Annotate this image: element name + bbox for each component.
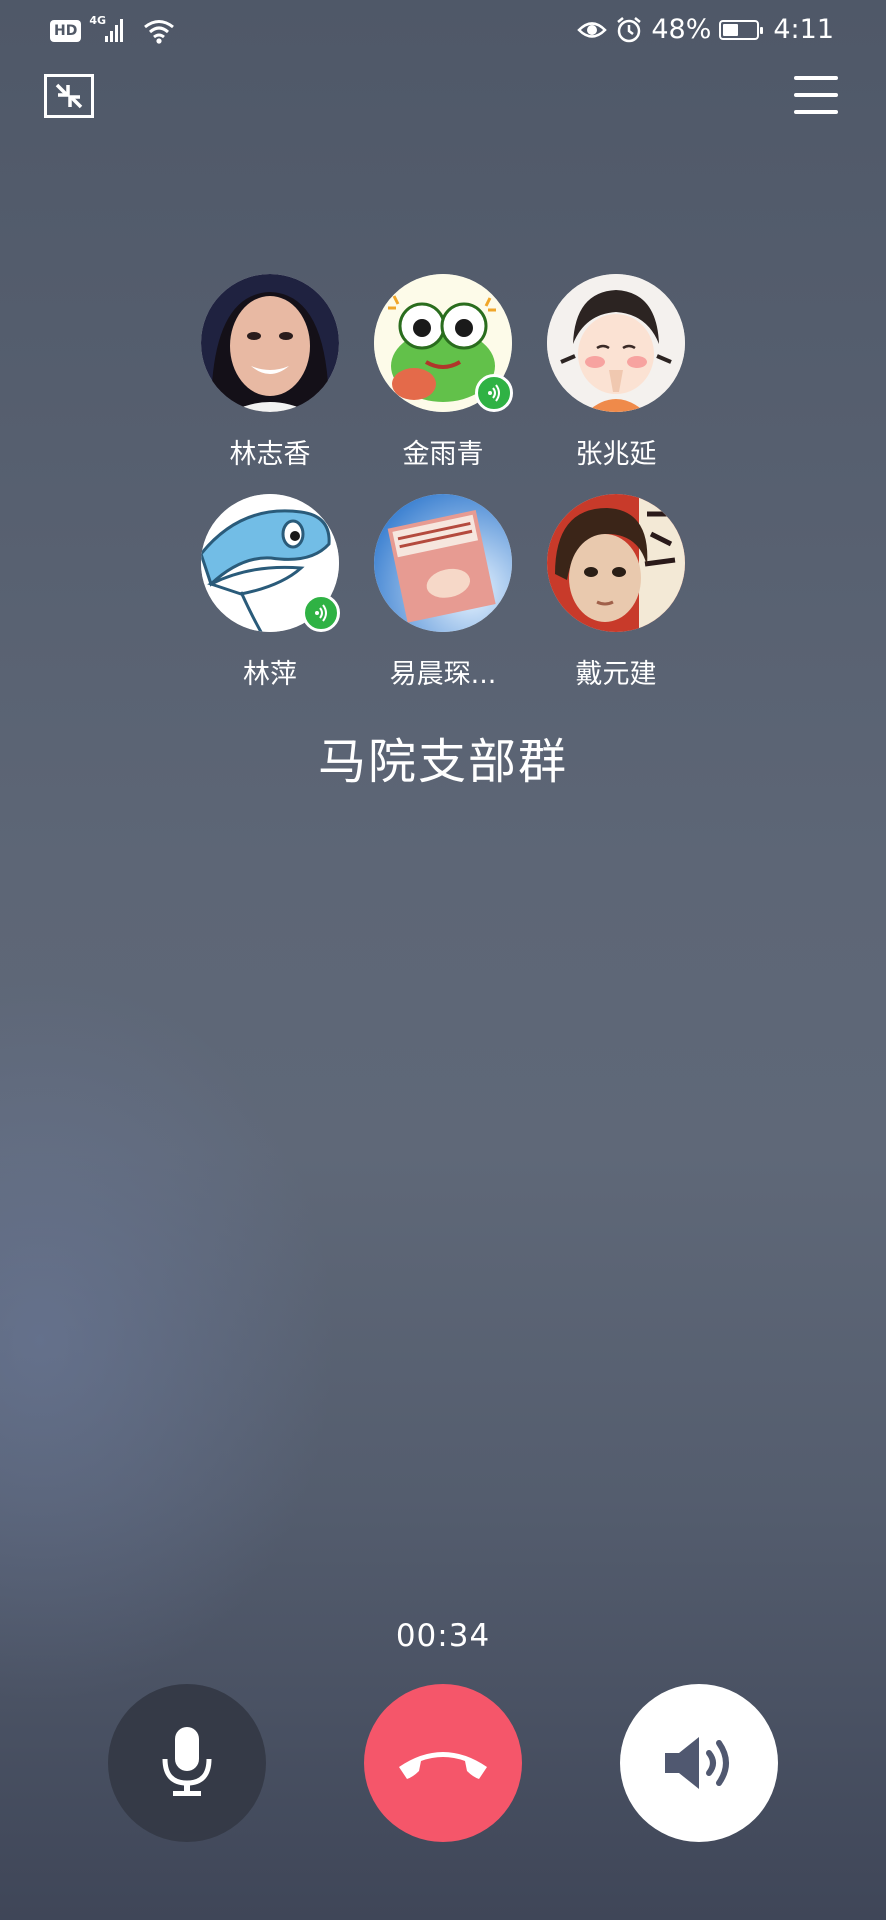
battery-level [723,23,739,36]
avatar [547,274,685,412]
call-timer: 00:34 [395,1618,491,1654]
status-bar: HD 4G 48% 4:11 [0,0,886,66]
participant-name: 易晨琛... [389,659,497,690]
microphone-icon [162,1727,212,1796]
speaking-indicator [302,594,340,632]
group-name: 马院支部群 [317,734,568,790]
speaking-indicator [475,374,513,412]
menu-icon-line [794,76,838,80]
menu-icon-line [794,110,838,114]
speaking-icon [315,604,327,622]
status-right: 48% 4:11 [577,14,834,45]
menu-icon-line [794,93,838,97]
microphone-button[interactable] [108,1684,266,1842]
participants-row: 林志香 金雨青 张兆延 [200,274,686,474]
minimize-button[interactable] [44,74,94,118]
speaking-icon [488,384,500,402]
hd-badge: HD [50,20,82,42]
participant-name: 戴元建 [575,659,657,690]
hang-up-button[interactable] [364,1684,522,1842]
eye-icon [577,21,608,38]
participant-name: 林志香 [229,439,311,470]
minimize-icon [55,83,83,109]
battery-icon [719,19,764,40]
wifi-icon [144,20,175,44]
call-controls [108,1684,778,1842]
participant-name: 金雨青 [402,439,484,470]
participant[interactable]: 金雨青 [373,274,513,474]
signal-icon: 4G [89,14,133,46]
hang-up-icon [399,1752,487,1779]
battery-percent: 48% [651,14,712,45]
speaker-button[interactable] [620,1684,778,1842]
avatar [201,274,339,412]
speaker-icon [665,1737,729,1789]
participants-row: 林萍 易晨琛... 戴元建 [200,494,686,694]
participant[interactable]: 张兆延 [546,274,686,474]
avatar [547,494,685,632]
status-left: HD 4G [50,14,177,46]
participant[interactable]: 林志香 [200,274,340,474]
participant-name: 林萍 [243,659,297,690]
network-type: 4G [89,14,107,27]
alarm-icon [617,16,642,42]
participant[interactable]: 林萍 [200,494,340,694]
avatar [374,494,512,632]
menu-button[interactable] [794,76,838,114]
participant-name: 张兆延 [575,439,657,470]
participant[interactable]: 易晨琛... [373,494,513,694]
clock: 4:11 [773,14,834,45]
participant[interactable]: 戴元建 [546,494,686,694]
